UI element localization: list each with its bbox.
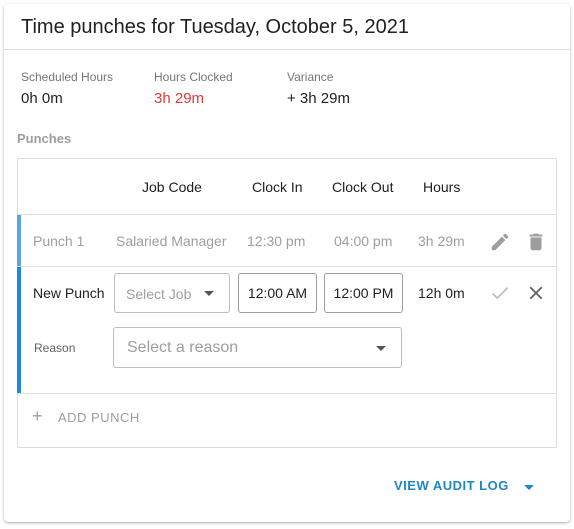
reason-select[interactable]: Select a reason [113, 327, 402, 368]
hours-clocked-label: Hours Clocked [154, 70, 233, 84]
plus-icon: + [32, 406, 44, 426]
column-hours: Hours [423, 179, 461, 195]
check-icon[interactable] [489, 282, 511, 304]
column-job-code: Job Code [142, 179, 202, 195]
scheduled-hours-value: 0h 0m [21, 90, 63, 107]
clock-out-input[interactable]: 12:00 PM [324, 273, 403, 313]
hours-clocked-value: 3h 29m [154, 90, 205, 107]
trash-icon[interactable] [525, 231, 547, 253]
punches-header-row: Job Code Clock In Clock Out Hours [18, 159, 556, 215]
reason-select-placeholder: Select a reason [127, 339, 239, 356]
column-clock-out: Clock Out [332, 179, 394, 195]
hours-clocked: Hours Clocked 3h 29m [154, 70, 233, 107]
pencil-icon[interactable] [489, 231, 511, 253]
scheduled-hours-label: Scheduled Hours [21, 70, 114, 84]
chevron-down-icon [524, 485, 534, 490]
new-punch-hours: 12h 0m [418, 285, 465, 301]
variance-value: + 3h 29m [287, 90, 350, 107]
row-accent-bar [17, 215, 21, 266]
punch-job: Salaried Manager [116, 233, 227, 249]
close-icon[interactable] [525, 282, 547, 304]
row-accent-bar [17, 267, 21, 393]
clock-in-input[interactable]: 12:00 AM [238, 273, 317, 313]
new-punch-name: New Punch [33, 285, 105, 301]
punches-table: Job Code Clock In Clock Out Hours Punch … [17, 158, 557, 448]
column-clock-in: Clock In [252, 179, 303, 195]
reason-label: Reason [34, 341, 76, 355]
punch-hours: 3h 29m [418, 233, 465, 249]
punches-section-label: Punches [17, 131, 72, 146]
card-title: Time punches for Tuesday, October 5, 202… [4, 4, 570, 50]
scheduled-hours: Scheduled Hours 0h 0m [21, 70, 113, 107]
variance-label: Variance [287, 70, 334, 84]
job-select[interactable]: Select Job [114, 273, 230, 313]
view-audit-log-label: VIEW AUDIT LOG [394, 478, 509, 493]
job-select-placeholder: Select Job [126, 286, 192, 302]
time-punches-card: Time punches for Tuesday, October 5, 202… [4, 4, 570, 522]
chevron-down-icon [376, 346, 386, 351]
chevron-down-icon [204, 291, 214, 296]
new-punch-row: New Punch Select Job 12:00 AM 12:00 PM 1… [17, 267, 556, 394]
add-punch-label: ADD PUNCH [58, 410, 140, 425]
punch-row[interactable]: Punch 1 Salaried Manager 12:30 pm 04:00 … [17, 215, 556, 267]
punch-name: Punch 1 [33, 233, 85, 249]
punch-clock-in: 12:30 pm [247, 233, 306, 249]
variance: Variance + 3h 29m [287, 70, 350, 107]
punch-clock-out: 04:00 pm [334, 233, 393, 249]
